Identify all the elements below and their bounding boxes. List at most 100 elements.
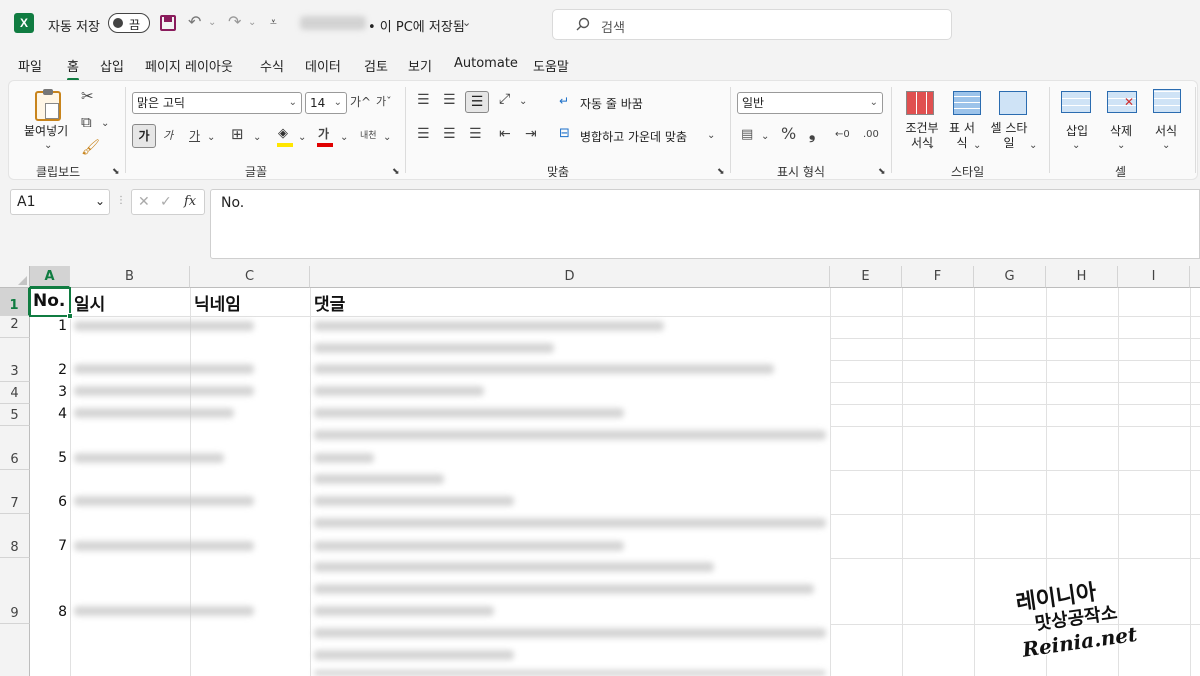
tab-data[interactable]: 데이터	[305, 56, 341, 75]
tab-automate[interactable]: Automate	[454, 56, 518, 71]
fill-color-icon[interactable]: ◈	[277, 125, 295, 147]
delete-dropdown-icon[interactable]: ⌄	[1117, 137, 1125, 155]
align-middle-icon[interactable]: ☰	[443, 91, 456, 109]
header-cell-nickname[interactable]: 닉네임	[194, 290, 241, 315]
fill-color-dropdown-icon[interactable]: ⌄	[298, 129, 306, 147]
cell-a8[interactable]: 7	[37, 538, 67, 554]
cancel-icon[interactable]: ✕	[138, 193, 150, 211]
tab-home[interactable]: 홈	[67, 56, 79, 81]
column-header-g[interactable]: G	[974, 266, 1046, 288]
cell-a4[interactable]: 3	[37, 384, 67, 400]
conditional-formatting-button[interactable]: 조건부 서식	[902, 121, 942, 151]
insert-function-button[interactable]: fx	[184, 193, 196, 211]
clipboard-launcher-icon[interactable]: ⬊	[112, 163, 120, 181]
bold-button[interactable]: 가	[132, 124, 156, 148]
align-right-icon[interactable]: ☰	[469, 125, 482, 143]
insert-cells-icon[interactable]	[1061, 91, 1091, 113]
conditional-formatting-icon[interactable]	[906, 91, 934, 115]
decrease-font-size-button[interactable]: 가ˇ	[376, 93, 392, 111]
merge-dropdown-icon[interactable]: ⌄	[707, 127, 715, 145]
column-header-h[interactable]: H	[1046, 266, 1118, 288]
column-header-i[interactable]: I	[1118, 266, 1190, 288]
undo-icon[interactable]: ↶	[188, 13, 201, 31]
accounting-dropdown-icon[interactable]: ⌄	[761, 128, 769, 146]
save-status-chevron-icon[interactable]: ⌄	[462, 14, 471, 32]
tab-formulas[interactable]: 수식	[260, 56, 284, 75]
column-header-f[interactable]: F	[902, 266, 974, 288]
header-cell-comment[interactable]: 댓글	[314, 290, 345, 315]
percent-style-button[interactable]: %	[781, 125, 796, 143]
copy-icon[interactable]: ⧉	[81, 113, 92, 131]
row-header-9[interactable]: 9	[0, 558, 30, 624]
undo-dropdown-icon[interactable]: ⌄	[208, 14, 216, 32]
accounting-format-icon[interactable]: ▤	[741, 126, 753, 144]
font-name-select[interactable]: 맑은 고딕 ⌄	[132, 92, 302, 114]
cell-styles-button[interactable]: 셀 스타일	[989, 121, 1029, 151]
cell-a5[interactable]: 4	[37, 406, 67, 422]
cell-styles-dropdown-icon[interactable]: ⌄	[1029, 137, 1037, 155]
delete-cells-icon[interactable]: ✕	[1107, 91, 1137, 113]
row-header-5[interactable]: 5	[0, 404, 30, 426]
tab-insert[interactable]: 삽입	[100, 56, 124, 75]
font-color-dropdown-icon[interactable]: ⌄	[340, 129, 348, 147]
align-center-icon[interactable]: ☰	[443, 125, 456, 143]
italic-button[interactable]: 가	[163, 127, 173, 145]
font-size-select[interactable]: 14 ⌄	[305, 92, 347, 114]
cut-icon[interactable]: ✂	[81, 87, 94, 105]
cell-a7[interactable]: 6	[37, 494, 67, 510]
font-launcher-icon[interactable]: ⬊	[392, 163, 400, 181]
search-box[interactable]: 검색	[552, 9, 952, 40]
number-launcher-icon[interactable]: ⬊	[878, 163, 886, 181]
increase-decimal-icon[interactable]: ←0	[835, 126, 850, 144]
increase-indent-icon[interactable]: ⇥	[525, 125, 537, 143]
tab-file[interactable]: 파일	[18, 56, 42, 75]
conditional-dropdown-icon[interactable]: ⌄	[927, 137, 935, 155]
orientation-dropdown-icon[interactable]: ⌄	[519, 93, 527, 111]
save-status[interactable]: • 이 PC에 저장됨	[368, 16, 465, 35]
redo-dropdown-icon[interactable]: ⌄	[248, 14, 256, 32]
align-bottom-icon[interactable]: ☰	[465, 91, 489, 113]
paste-dropdown-icon[interactable]: ⌄	[44, 137, 52, 155]
align-left-icon[interactable]: ☰	[417, 125, 430, 143]
format-painter-icon[interactable]: 🖌	[81, 138, 100, 156]
cell-styles-icon[interactable]	[999, 91, 1027, 115]
tab-help[interactable]: 도움말	[533, 56, 569, 75]
border-icon[interactable]: ⊞	[231, 125, 244, 143]
redo-icon[interactable]: ↷	[228, 13, 241, 31]
alignment-launcher-icon[interactable]: ⬊	[717, 163, 725, 181]
column-header-b[interactable]: B	[70, 266, 190, 288]
tab-page-layout[interactable]: 페이지 레이아웃	[145, 56, 233, 75]
customize-toolbar-icon[interactable]: ⩡	[270, 13, 277, 31]
worksheet-grid[interactable]: A B C D E F G H I 1 2 3 4 5 6 7 8 9 No. …	[0, 266, 1200, 676]
tab-view[interactable]: 보기	[408, 56, 432, 75]
insert-dropdown-icon[interactable]: ⌄	[1072, 137, 1080, 155]
more-dots-icon[interactable]: ⋮	[116, 192, 126, 210]
font-color-icon[interactable]: 가	[317, 125, 335, 147]
column-header-a[interactable]: A	[30, 266, 70, 288]
decrease-decimal-icon[interactable]: .00	[863, 126, 879, 144]
row-header-1[interactable]: 1	[0, 288, 30, 316]
cell-a3[interactable]: 2	[37, 362, 67, 378]
fill-handle[interactable]	[67, 313, 73, 319]
chevron-down-icon[interactable]: ⌄	[95, 194, 105, 208]
select-all-corner[interactable]	[0, 266, 30, 288]
decrease-indent-icon[interactable]: ⇤	[499, 125, 511, 143]
underline-button[interactable]: 가	[189, 127, 200, 145]
cell-a9[interactable]: 8	[37, 604, 67, 620]
row-header-10[interactable]	[0, 624, 30, 676]
cell-a2[interactable]: 1	[37, 318, 67, 334]
format-cells-icon[interactable]	[1153, 89, 1181, 113]
save-icon[interactable]	[160, 15, 176, 31]
wrap-text-icon[interactable]: ↵	[559, 92, 569, 110]
row-header-7[interactable]: 7	[0, 470, 30, 514]
merge-center-icon[interactable]: ⊟	[559, 125, 570, 143]
wrap-text-button[interactable]: 자동 줄 바꿈	[580, 95, 643, 112]
header-cell-datetime[interactable]: 일시	[74, 290, 105, 315]
increase-font-size-button[interactable]: 가^	[350, 93, 371, 111]
column-header-e[interactable]: E	[830, 266, 902, 288]
underline-dropdown-icon[interactable]: ⌄	[207, 129, 215, 147]
paste-icon[interactable]	[35, 89, 61, 121]
number-format-select[interactable]: 일반 ⌄	[737, 92, 883, 114]
column-header-c[interactable]: C	[190, 266, 310, 288]
autosave-toggle[interactable]: 끔	[108, 13, 150, 33]
